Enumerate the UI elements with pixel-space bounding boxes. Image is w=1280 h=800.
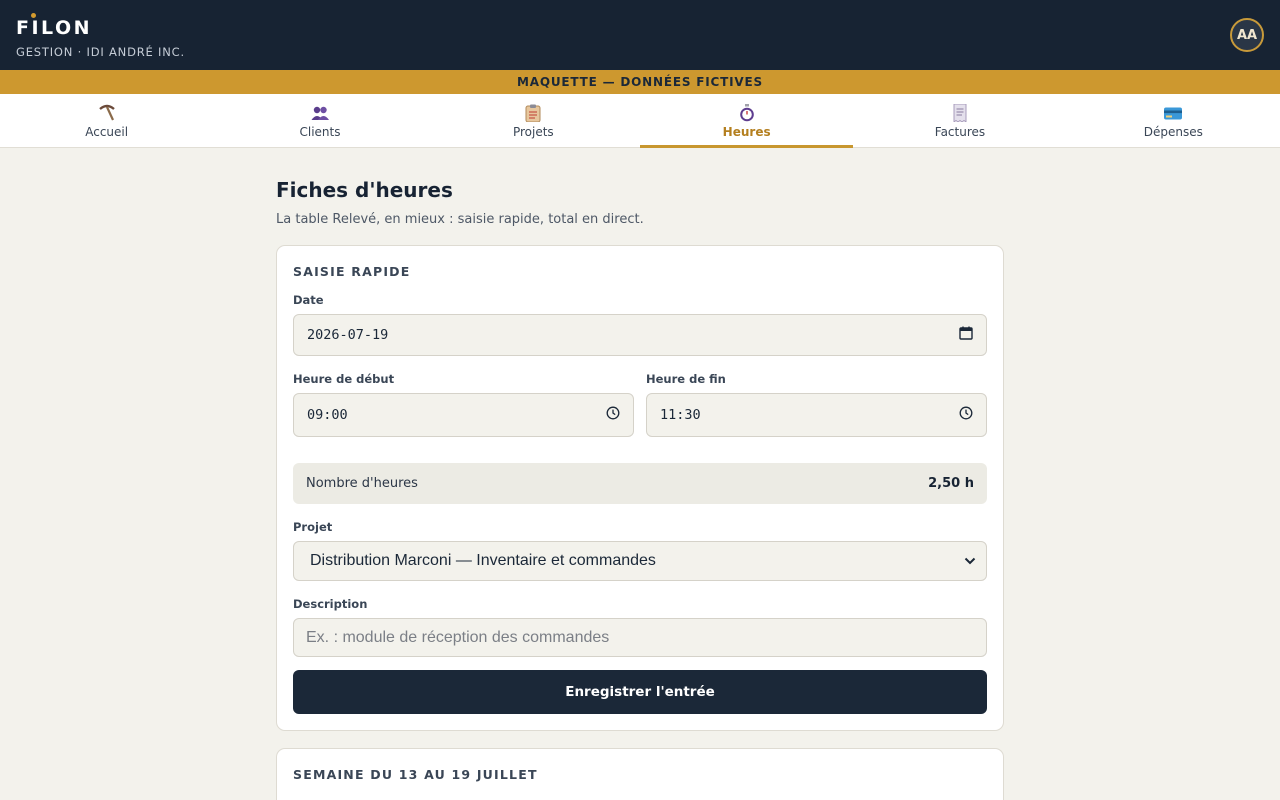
clock-icon[interactable] <box>959 406 973 424</box>
calendar-icon[interactable] <box>959 326 973 344</box>
week-title: SEMAINE DU 13 AU 19 JUILLET <box>293 767 538 782</box>
hours-total: Nombre d'heures 2,50 h <box>293 463 987 504</box>
nav-label: Clients <box>299 124 341 139</box>
start-time-value: 09:00 <box>307 407 348 423</box>
nav-label: Heures <box>722 124 771 139</box>
nav-item-heures[interactable]: Heures <box>639 94 854 148</box>
nav-item-projets[interactable]: Projets <box>427 94 640 147</box>
quick-entry-title: SAISIE RAPIDE <box>293 264 411 279</box>
quick-entry-card: SAISIE RAPIDE Date 2026-07-19 Heure de d… <box>276 245 1004 731</box>
project-select[interactable]: Distribution Marconi — Inventaire et com… <box>293 541 987 581</box>
project-label: Projet <box>293 520 333 534</box>
date-value: 2026-07-19 <box>307 327 389 343</box>
receipt-icon <box>953 103 967 123</box>
main-nav: Accueil Clients Projets Heures Factures … <box>0 94 1280 148</box>
logo-dot-icon <box>31 13 36 18</box>
top-bar: FILON GESTION · IDI ANDRÉ INC. AA <box>0 0 1280 70</box>
credit-card-icon <box>1163 103 1183 123</box>
end-time-label: Heure de fin <box>646 372 726 386</box>
start-time-label: Heure de début <box>293 372 395 386</box>
nav-item-factures[interactable]: Factures <box>853 94 1066 147</box>
nav-item-clients[interactable]: Clients <box>213 94 426 147</box>
mockup-banner: MAQUETTE — DONNÉES FICTIVES <box>0 70 1280 94</box>
brand: FILON GESTION · IDI ANDRÉ INC. <box>16 11 185 59</box>
week-card: SEMAINE DU 13 AU 19 JUILLET <box>276 748 1004 800</box>
date-input[interactable]: 2026-07-19 <box>293 314 987 356</box>
save-entry-button[interactable]: Enregistrer l'entrée <box>293 670 987 714</box>
nav-item-accueil[interactable]: Accueil <box>0 94 213 147</box>
logo[interactable]: FILON <box>16 13 185 39</box>
description-label: Description <box>293 597 368 611</box>
end-time-input[interactable]: 11:30 <box>646 393 987 437</box>
pickaxe-icon <box>97 103 117 123</box>
user-avatar[interactable]: AA <box>1230 18 1264 52</box>
company-subtitle: GESTION · IDI ANDRÉ INC. <box>16 45 185 59</box>
description-input[interactable]: Ex. : module de réception des commandes <box>293 618 987 657</box>
project-value: Distribution Marconi — Inventaire et com… <box>310 552 656 569</box>
nav-label: Dépenses <box>1143 124 1203 139</box>
hours-value: 2,50 h <box>928 476 974 491</box>
start-time-input[interactable]: 09:00 <box>293 393 634 437</box>
clipboard-icon <box>525 103 541 123</box>
end-time-value: 11:30 <box>660 407 701 423</box>
nav-label: Factures <box>934 124 986 139</box>
main-content: Fiches d'heures La table Relevé, en mieu… <box>276 148 1004 800</box>
page-title: Fiches d'heures <box>276 178 453 202</box>
nav-label: Accueil <box>85 124 129 139</box>
date-label: Date <box>293 293 324 307</box>
nav-label: Projets <box>512 124 554 139</box>
nav-item-depenses[interactable]: Dépenses <box>1067 94 1280 147</box>
stopwatch-icon <box>738 103 756 123</box>
page-subtitle: La table Relevé, en mieux : saisie rapid… <box>276 212 644 227</box>
clock-icon[interactable] <box>606 406 620 424</box>
description-placeholder: Ex. : module de réception des commandes <box>306 628 610 646</box>
users-icon <box>310 103 330 123</box>
hours-label: Nombre d'heures <box>306 476 418 491</box>
chevron-down-icon <box>964 552 976 570</box>
